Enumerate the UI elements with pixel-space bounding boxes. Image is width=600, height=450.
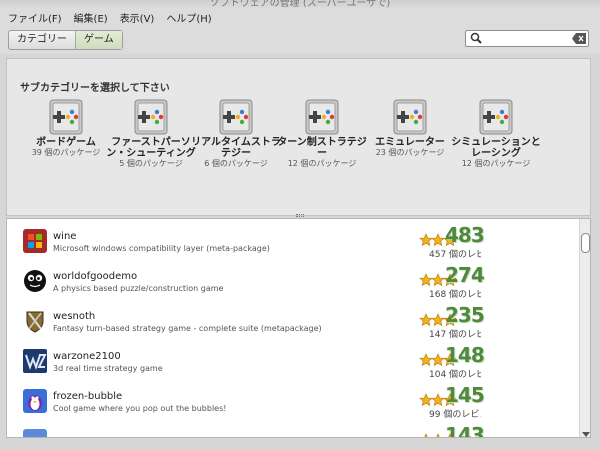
app-name: worldofgoodemo <box>53 271 138 282</box>
app-score: 145 <box>445 383 485 407</box>
clear-icon[interactable] <box>572 33 586 44</box>
subcategory-count: 39 個のパッケージ <box>31 148 101 157</box>
warzone-icon <box>23 349 47 373</box>
menu-edit[interactable]: 編集(E) <box>74 10 108 25</box>
search-icon <box>470 32 482 44</box>
subcategory-heading: サブカテゴリーを選択して下さい <box>20 83 170 94</box>
app-icon <box>23 429 47 437</box>
window-titlebar: ソフトウェアの管理 (スーパーユーザで) <box>0 0 600 8</box>
subcategory-count: 12 個のパッケージ <box>461 159 531 168</box>
app-score: 483 <box>445 223 485 247</box>
shield-sword-icon <box>26 311 44 333</box>
gamepad-icon <box>134 99 168 135</box>
star-icon <box>419 233 433 247</box>
subcategory-emulators[interactable]: エミュレーター 23 個のパッケージ <box>365 99 455 158</box>
star-icon <box>419 353 433 367</box>
app-score: 143 <box>445 423 485 438</box>
gamepad-icon <box>219 99 253 135</box>
scrollbar-thumb[interactable] <box>581 233 590 253</box>
goo-ball-icon <box>24 270 46 292</box>
app-score: 235 <box>445 303 485 327</box>
app-list: wine Microsoft windows compatibility lay… <box>6 218 591 438</box>
menu-help[interactable]: ヘルプ(H) <box>166 10 211 25</box>
star-icon <box>431 393 445 407</box>
breadcrumb-games[interactable]: ゲーム <box>75 31 122 49</box>
subcategory-label: リアルタイムストラテジー <box>191 137 281 159</box>
star-icon <box>431 353 445 367</box>
subcategory-label: エミュレーター <box>375 137 445 148</box>
app-description: Fantasy turn-based strategy game - compl… <box>53 324 322 333</box>
app-name: warzone2100 <box>53 351 121 362</box>
subcategory-board-games[interactable]: ボードゲーム 39 個のパッケージ <box>21 99 111 158</box>
subcategory-count: 23 個のパッケージ <box>375 148 445 157</box>
app-row-partial[interactable]: 143 <box>7 419 579 438</box>
menu-file[interactable]: ファイル(F) <box>8 10 62 25</box>
app-row-wine[interactable]: wine Microsoft windows compatibility lay… <box>7 219 579 260</box>
breadcrumb-categories[interactable]: カテゴリー <box>9 31 75 49</box>
app-description: Microsoft windows compatibility layer (m… <box>53 244 270 253</box>
subcategory-simulation[interactable]: シミュレーションとレーシング 12 個のパッケージ <box>451 99 541 169</box>
star-icon <box>419 393 433 407</box>
app-row-frozen-bubble[interactable]: frozen-bubble Cool game where you pop ou… <box>7 379 579 420</box>
status-bar <box>0 438 600 450</box>
subcategory-panel: サブカテゴリーを選択して下さい ボードゲーム 39 個のパッケージ ファーストパ… <box>6 58 591 216</box>
app-name: wine <box>53 231 77 242</box>
app-row-worldofgoodemo[interactable]: worldofgoodemo A physics based puzzle/co… <box>7 259 579 300</box>
gamepad-icon <box>49 99 83 135</box>
search-input[interactable] <box>465 30 589 47</box>
breadcrumb: カテゴリー ゲーム <box>8 30 123 50</box>
subcategory-turn-based[interactable]: ターン制ストラテジー 12 個のパッケージ <box>277 99 367 169</box>
app-description: Cool game where you pop out the bubbles! <box>53 404 227 413</box>
subcategory-label: ファーストパーソン・シューティング <box>106 137 196 159</box>
menu-view[interactable]: 表示(V) <box>120 10 155 25</box>
subcategory-count: 6 個のパッケージ <box>204 159 268 168</box>
app-description: 3d real time strategy game <box>53 364 163 373</box>
subcategory-label: ボードゲーム <box>36 137 96 148</box>
app-row-warzone2100[interactable]: warzone2100 3d real time strategy game 1… <box>7 339 579 380</box>
star-icon <box>419 313 433 327</box>
subcategory-fps[interactable]: ファーストパーソン・シューティング 5 個のパッケージ <box>106 99 196 169</box>
wine-icon <box>23 229 47 253</box>
subcategory-count: 5 個のパッケージ <box>119 159 183 168</box>
list-scrollbar[interactable] <box>579 219 590 437</box>
window-title: ソフトウェアの管理 (スーパーユーザで) <box>209 0 391 8</box>
app-name: wesnoth <box>53 311 96 322</box>
subcategory-count: 12 個のパッケージ <box>287 159 357 168</box>
gamepad-icon <box>305 99 339 135</box>
app-row-wesnoth[interactable]: wesnoth Fantasy turn-based strategy game… <box>7 299 579 340</box>
app-score: 274 <box>445 263 485 287</box>
star-icon <box>431 233 445 247</box>
gamepad-icon <box>393 99 427 135</box>
subcategory-rts[interactable]: リアルタイムストラテジー 6 個のパッケージ <box>191 99 281 169</box>
star-icon <box>431 273 445 287</box>
gamepad-icon <box>479 99 513 135</box>
scroll-down-icon[interactable] <box>582 432 590 437</box>
menubar: ファイル(F) 編集(E) 表示(V) ヘルプ(H) <box>0 8 600 26</box>
app-description: A physics based puzzle/construction game <box>53 284 224 293</box>
app-score: 148 <box>445 343 485 367</box>
subcategory-label: シミュレーションとレーシング <box>451 137 541 159</box>
star-icon <box>431 313 445 327</box>
star-icon <box>419 273 433 287</box>
penguin-icon <box>23 389 47 413</box>
pane-resize-handle[interactable] <box>296 214 304 217</box>
subcategory-label: ターン制ストラテジー <box>277 137 367 159</box>
app-name: frozen-bubble <box>53 391 123 402</box>
